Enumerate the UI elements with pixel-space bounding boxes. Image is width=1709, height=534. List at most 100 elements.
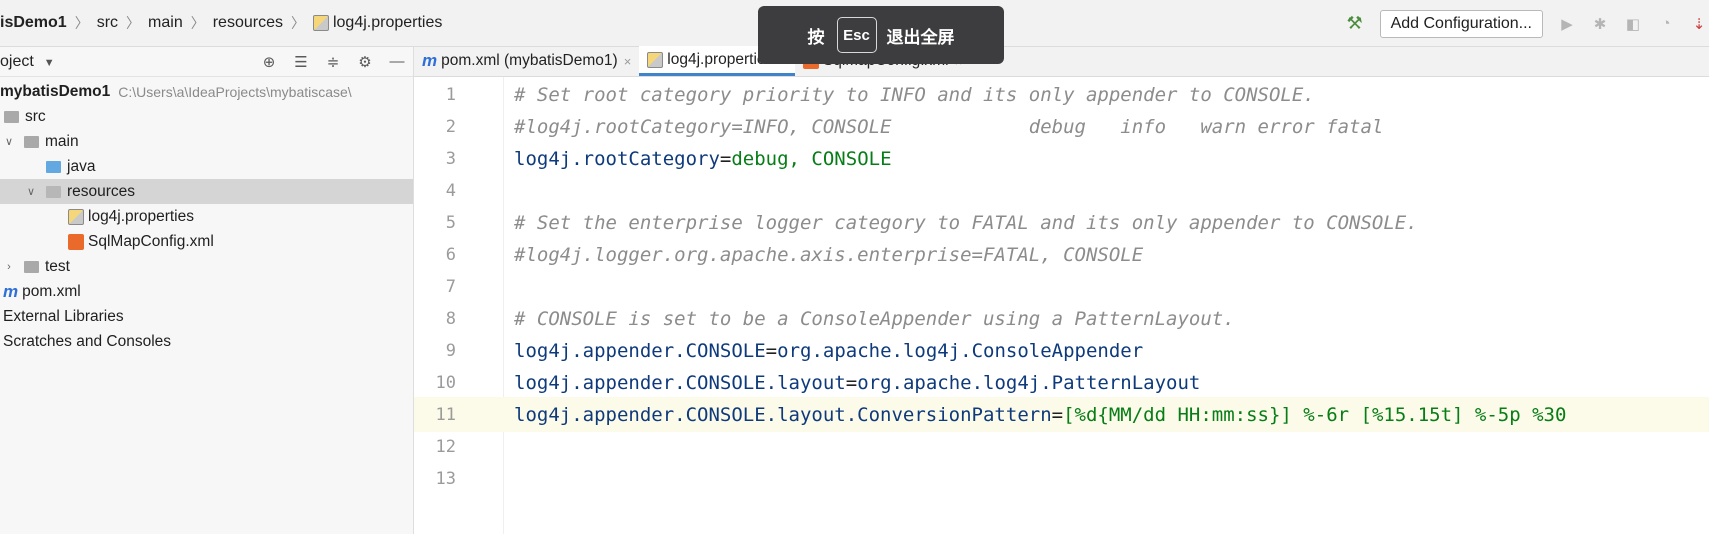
- code-comment: # Set root category priority to INFO and…: [514, 83, 1315, 106]
- add-configuration-button[interactable]: Add Configuration...: [1379, 9, 1543, 38]
- chevron-down-icon[interactable]: ∨: [2, 135, 16, 148]
- breadcrumb: isDemo1 〉 src 〉 main 〉 resources 〉 log4j…: [0, 0, 442, 47]
- tree-item-test[interactable]: › test: [0, 254, 413, 279]
- chevron-right-icon: 〉: [190, 15, 205, 31]
- property-value: org.apache.log4j.PatternLayout: [857, 371, 1201, 394]
- line-number: 6: [445, 244, 456, 265]
- hide-panel-icon[interactable]: —: [387, 52, 407, 72]
- breadcrumb-src[interactable]: src: [97, 14, 118, 32]
- toast-prefix: 按: [807, 27, 825, 47]
- tree-item-log4j-properties[interactable]: log4j.properties: [0, 204, 413, 229]
- resources-folder-icon: [46, 185, 61, 198]
- property-value: [%d{MM/dd HH:mm:ss}] %-6r [%15.15t] %-5p…: [1063, 403, 1567, 426]
- line-number: 11: [435, 404, 456, 425]
- line-number: 12: [435, 436, 456, 457]
- coverage-icon[interactable]: ◧: [1623, 14, 1643, 34]
- equals-sign: =: [845, 371, 858, 394]
- breadcrumb-file[interactable]: log4j.properties: [333, 14, 442, 32]
- tree-item-label: resources: [67, 182, 136, 200]
- line-number: 9: [445, 340, 456, 361]
- property-key: log4j.appender.CONSOLE.layout.Conversion…: [514, 403, 1052, 426]
- code-comment: # Set the enterprise logger category to …: [514, 211, 1418, 234]
- tree-item-src[interactable]: src: [0, 104, 413, 129]
- project-path-hint: C:\Users\a\IdeaProjects\mybatiscase\: [118, 83, 352, 100]
- property-value: debug, CONSOLE: [731, 147, 892, 170]
- chevron-right-icon: 〉: [74, 15, 89, 31]
- build-hammer-icon[interactable]: ⚒: [1344, 13, 1366, 35]
- property-key: log4j.appender.CONSOLE.layout: [514, 371, 846, 394]
- tree-item-sqlmapconfig[interactable]: SqlMapConfig.xml: [0, 229, 413, 254]
- xml-file-icon: [68, 233, 84, 250]
- source-folder-icon: [46, 160, 61, 173]
- code-comment: #log4j.rootCategory=INFO, CONSOLE debug …: [514, 115, 1384, 138]
- tree-item-external-libraries[interactable]: External Libraries: [0, 304, 413, 329]
- breadcrumb-resources[interactable]: resources: [213, 14, 283, 32]
- toast-suffix: 退出全屏: [886, 27, 955, 47]
- equals-sign: =: [719, 147, 732, 170]
- tree-item-label: SqlMapConfig.xml: [88, 232, 214, 250]
- profile-icon[interactable]: ◔: [1656, 14, 1676, 34]
- locate-file-icon[interactable]: ⊕: [259, 52, 279, 72]
- tree-item-resources[interactable]: ∨ resources: [0, 179, 413, 204]
- tree-item-label: External Libraries: [3, 307, 124, 325]
- code-editor[interactable]: 1 # Set root category priority to INFO a…: [414, 77, 1709, 534]
- line-number: 8: [445, 308, 456, 329]
- tab-pom-xml[interactable]: m pom.xml (mybatisDemo1) ×: [414, 46, 639, 76]
- debug-icon[interactable]: ✱: [1590, 14, 1610, 34]
- tab-label: pom.xml (mybatisDemo1): [441, 52, 618, 69]
- chevron-right-icon[interactable]: ›: [2, 261, 16, 273]
- tree-item-main[interactable]: ∨ main: [0, 129, 413, 154]
- project-panel: oject ▼ ⊕ ☰ ≑ ⚙ — mybatisDemo1 C:\Users\a…: [0, 47, 414, 534]
- tree-item-label: java: [67, 157, 96, 175]
- fullscreen-exit-toast: 按 Esc 退出全屏: [758, 6, 1004, 64]
- esc-key-badge: Esc: [836, 17, 877, 53]
- folder-icon: [4, 110, 19, 123]
- project-panel-title: oject: [0, 52, 34, 70]
- maven-icon: m: [422, 51, 438, 70]
- tree-item-scratches[interactable]: Scratches and Consoles: [0, 329, 413, 354]
- project-view-selector[interactable]: oject ▼: [0, 53, 55, 71]
- expand-all-icon[interactable]: ☰: [291, 52, 311, 72]
- breadcrumb-main[interactable]: main: [148, 14, 183, 32]
- line-number: 7: [445, 276, 456, 297]
- gear-icon[interactable]: ⚙: [355, 52, 375, 72]
- code-line-current: 11 log4j.appender.CONSOLE.layout.Convers…: [414, 397, 1709, 432]
- tree-item-label: pom.xml: [22, 282, 81, 300]
- line-number: 10: [435, 372, 456, 393]
- breadcrumb-project[interactable]: isDemo1: [0, 14, 67, 32]
- tree-item-label: test: [45, 257, 70, 275]
- code-text: log4j.appender.CONSOLE.layout=org.apache…: [514, 372, 1200, 394]
- property-value: org.apache.log4j.ConsoleAppender: [777, 339, 1144, 362]
- line-number: 1: [445, 84, 456, 105]
- properties-file-icon: [68, 208, 84, 225]
- vcs-update-icon[interactable]: ⇣: [1689, 14, 1709, 34]
- tree-item-java[interactable]: java: [0, 154, 413, 179]
- close-icon[interactable]: ×: [624, 54, 632, 69]
- maven-icon: m: [3, 281, 19, 301]
- folder-icon: [24, 135, 39, 148]
- code-line: 8 # CONSOLE is set to be a ConsoleAppend…: [414, 301, 1709, 336]
- code-text: log4j.rootCategory=debug, CONSOLE: [514, 148, 892, 170]
- code-line: 6 #log4j.logger.org.apache.axis.enterpri…: [414, 237, 1709, 272]
- collapse-all-icon[interactable]: ≑: [323, 52, 343, 72]
- run-toolbar: ⚒ Add Configuration... ▶ ✱ ◧ ◔ ⇣: [1344, 0, 1709, 47]
- line-number: 2: [445, 116, 456, 137]
- code-text: log4j.appender.CONSOLE.layout.Conversion…: [514, 404, 1566, 426]
- project-panel-tools: ⊕ ☰ ≑ ⚙ —: [247, 52, 407, 72]
- tree-item-label: Scratches and Consoles: [3, 332, 172, 350]
- properties-file-icon: [312, 15, 329, 31]
- tree-item-mybatisDemo1[interactable]: mybatisDemo1 C:\Users\a\IdeaProjects\myb…: [0, 79, 413, 104]
- chevron-down-icon[interactable]: ∨: [24, 185, 38, 198]
- code-line: 2 #log4j.rootCategory=INFO, CONSOLE debu…: [414, 109, 1709, 144]
- chevron-right-icon: 〉: [126, 15, 141, 31]
- tree-item-label: main: [45, 132, 79, 150]
- run-icon[interactable]: ▶: [1557, 14, 1577, 34]
- tree-item-pom[interactable]: m pom.xml: [0, 279, 413, 304]
- project-panel-header: oject ▼ ⊕ ☰ ≑ ⚙ —: [0, 47, 413, 77]
- code-line: 10 log4j.appender.CONSOLE.layout=org.apa…: [414, 365, 1709, 400]
- code-line: 13: [414, 461, 1709, 496]
- code-line: 12: [414, 429, 1709, 464]
- line-number: 3: [445, 148, 456, 169]
- code-line: 1 # Set root category priority to INFO a…: [414, 77, 1709, 112]
- editor-tabs: m pom.xml (mybatisDemo1) × log4j.propert…: [414, 46, 1709, 77]
